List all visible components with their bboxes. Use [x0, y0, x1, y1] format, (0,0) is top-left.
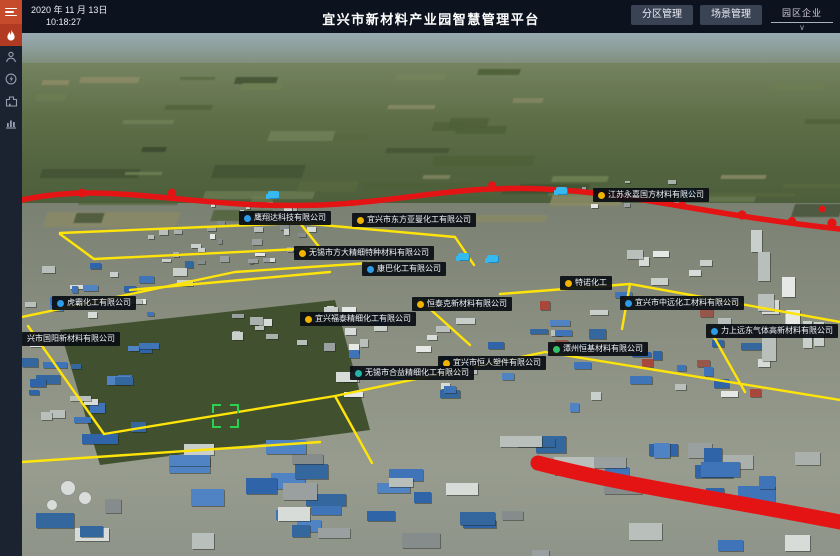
company-label[interactable]: 兴市国阳新材料有限公司 [22, 332, 120, 346]
park-enterprise-dropdown[interactable]: 园区企业 ∨ [769, 5, 835, 32]
equipment-marker[interactable] [268, 191, 279, 198]
company-label[interactable]: 宜兴福泰精细化工有限公司 [300, 312, 416, 326]
company-marker-icon [357, 217, 364, 224]
equipment-marker[interactable] [487, 255, 498, 262]
bar-chart-icon [5, 117, 17, 129]
yellow-road [22, 442, 320, 462]
sidebar-item-alerts[interactable] [0, 24, 22, 46]
power-gauge-icon [5, 73, 17, 85]
yellow-road [130, 272, 330, 290]
red-road-blob [737, 210, 746, 219]
dropdown-label: 园区企业 [769, 6, 835, 19]
company-label[interactable]: 特诺化工 [560, 276, 612, 290]
company-label[interactable]: 宜兴市东方亚曼化工有限公司 [352, 213, 476, 227]
sidebar-item-personnel[interactable] [0, 46, 22, 68]
company-label-text: 力上远东气体高新材料有限公司 [721, 327, 833, 335]
company-label-text: 潭州恒基材料有限公司 [563, 345, 643, 353]
red-road-blob [78, 189, 87, 198]
red-road-blob [259, 202, 265, 208]
company-label-text: 无锡市合益精细化工有限公司 [365, 369, 469, 377]
company-label[interactable]: 无锡市方大精细特种材料有限公司 [294, 246, 434, 260]
red-road-blob [819, 206, 826, 213]
company-label-text: 康巴化工有限公司 [377, 265, 441, 273]
hamburger-icon [5, 8, 17, 17]
company-label-text: 鹰翔达科技有限公司 [254, 214, 326, 222]
yellow-road [335, 396, 372, 463]
scene-management-button[interactable]: 场景管理 [700, 5, 762, 25]
sidebar-item-enterprise[interactable] [0, 90, 22, 112]
company-label-text: 宜兴福泰精细化工有限公司 [315, 315, 411, 323]
company-label[interactable]: 虎霸化工有限公司 [52, 296, 136, 310]
company-label-text: 江苏永嘉国方材料有限公司 [608, 191, 704, 199]
company-label[interactable]: 宜兴市中远化工材料有限公司 [620, 296, 744, 310]
map-3d-view[interactable]: 鹰翔达科技有限公司 宜兴市东方亚曼化工有限公司无锡市方大精细特种材料有限公司康巴化… [22, 33, 840, 556]
company-label-text: 虎霸化工有限公司 [67, 299, 131, 307]
company-marker-icon [299, 250, 306, 257]
red-road-blob [488, 181, 496, 189]
equipment-marker[interactable] [458, 253, 469, 260]
company-label[interactable]: 江苏永嘉国方材料有限公司 [593, 188, 709, 202]
sidebar [0, 0, 22, 556]
company-label-text: 宜兴市中远化工材料有限公司 [635, 299, 739, 307]
company-marker-icon [565, 280, 572, 287]
company-label-text: 恒泰克新材料有限公司 [427, 300, 507, 308]
company-marker-icon [367, 266, 374, 273]
company-label[interactable]: 无锡市合益精细化工有限公司 [350, 366, 474, 380]
company-marker-icon [711, 328, 718, 335]
chevron-down-icon: ∨ [769, 24, 835, 32]
red-road-blob [168, 189, 176, 197]
zone-management-button[interactable]: 分区管理 [631, 5, 693, 25]
menu-button[interactable] [0, 0, 22, 24]
company-label[interactable]: 潭州恒基材料有限公司 [548, 342, 648, 356]
header-actions: 分区管理 场景管理 园区企业 ∨ [631, 5, 835, 32]
factory-icon [5, 95, 18, 107]
red-road-blob [827, 218, 836, 227]
yellow-road [455, 237, 474, 265]
red-road-blob [678, 201, 686, 209]
company-marker-icon [244, 215, 251, 222]
company-marker-icon [355, 370, 362, 377]
company-marker-icon [625, 300, 632, 307]
company-label[interactable]: 恒泰克新材料有限公司 [412, 297, 512, 311]
company-label-text: 无锡市方大精细特种材料有限公司 [309, 249, 429, 257]
red-road-bottom [538, 463, 840, 522]
company-label-text: 特诺化工 [575, 279, 607, 287]
flame-icon [5, 29, 17, 42]
company-marker-icon [57, 300, 64, 307]
sidebar-item-statistics[interactable] [0, 112, 22, 134]
map-roads-overlay [22, 33, 840, 556]
company-marker-icon [417, 301, 424, 308]
top-header: 2020 年 11 月 13日 10:18:27 宜兴市新材料产业园智慧管理平台… [22, 0, 840, 33]
company-label[interactable]: 鹰翔达科技有限公司 [239, 211, 331, 225]
yellow-road [545, 352, 840, 400]
red-road-blob [788, 217, 796, 225]
equipment-marker[interactable] [556, 187, 567, 194]
selection-box[interactable] [212, 404, 239, 428]
app-window: 2020 年 11 月 13日 10:18:27 宜兴市新材料产业园智慧管理平台… [0, 0, 840, 556]
company-label[interactable]: 康巴化工有限公司 [362, 262, 446, 276]
red-road-blob [349, 200, 355, 206]
person-icon [5, 51, 17, 63]
company-marker-icon [598, 192, 605, 199]
company-marker-icon [305, 316, 312, 323]
company-label-text: 宜兴市东方亚曼化工有限公司 [367, 216, 471, 224]
company-label-text: 兴市国阳新材料有限公司 [27, 335, 115, 343]
sidebar-item-energy[interactable] [0, 68, 22, 90]
company-marker-icon [553, 346, 560, 353]
company-label[interactable]: 力上远东气体高新材料有限公司 [706, 324, 838, 338]
